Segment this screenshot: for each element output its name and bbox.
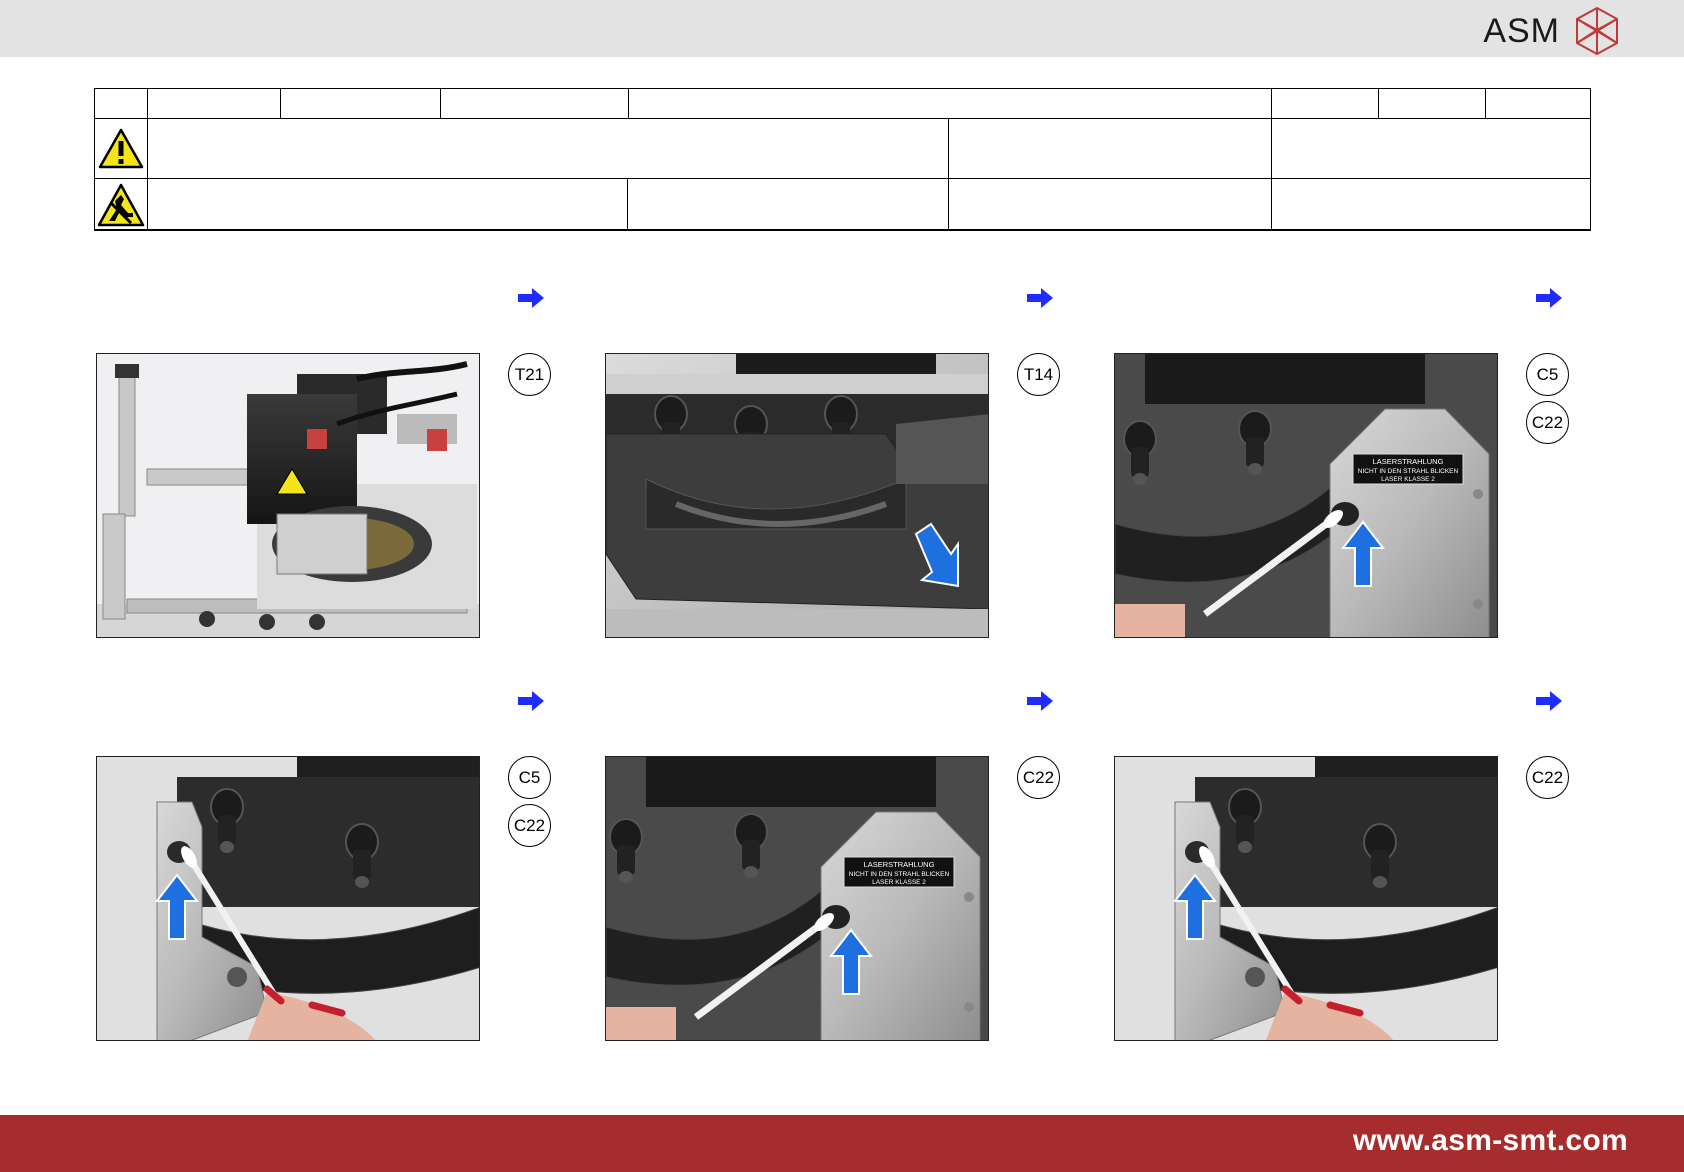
reference-marker: C5 (508, 756, 551, 799)
laser-label-line-2: NICHT IN DEN STRAHL BLICKEN (1358, 468, 1459, 475)
laser-label-line-1: LASERSTRAHLUNG (864, 860, 935, 869)
brand-name: ASM (1483, 11, 1560, 50)
table-row (95, 119, 1590, 179)
laser-label-line-3: LASER KLASSE 2 (872, 879, 926, 886)
reference-marker: T21 (508, 353, 551, 396)
next-arrow-icon (1536, 288, 1562, 308)
general-warning-icon (97, 122, 145, 176)
clean-left-sensor-swab-photo (1114, 756, 1498, 1041)
asm-crystal-logo-icon (1576, 6, 1618, 56)
laser-label-line-2: NICHT IN DEN STRAHL BLICKEN (849, 871, 950, 878)
website-url: www.asm-smt.com (1352, 1124, 1628, 1157)
next-arrow-icon (1027, 288, 1053, 308)
reference-marker: C22 (1017, 756, 1060, 799)
remove-cover-plate-photo (605, 353, 989, 638)
reference-marker: C22 (508, 804, 551, 847)
clean-laser-window-swab-photo: LASERSTRAHLUNG NICHT IN DEN STRAHL BLICK… (605, 756, 989, 1041)
reference-marker: C5 (1526, 353, 1569, 396)
placement-head-on-stand-photo (96, 353, 480, 638)
table-row (95, 179, 1590, 230)
brand-logo: ASM (1483, 6, 1622, 56)
reference-marker: T14 (1017, 353, 1060, 396)
next-arrow-icon (1027, 691, 1053, 711)
next-arrow-icon (518, 691, 544, 711)
clean-laser-window-photo: LASERSTRAHLUNG NICHT IN DEN STRAHL BLICK… (1114, 353, 1498, 638)
info-table (94, 88, 1591, 231)
next-arrow-icon (518, 288, 544, 308)
next-arrow-icon (1536, 691, 1562, 711)
header-bar: ASM (0, 0, 1684, 57)
table-row (95, 89, 1590, 119)
esd-sensitive-icon (97, 181, 145, 229)
reference-marker: C22 (1526, 756, 1569, 799)
footer-bar: www.asm-smt.com (0, 1115, 1684, 1172)
reference-marker: C22 (1526, 401, 1569, 444)
laser-label-line-3: LASER KLASSE 2 (1381, 476, 1435, 483)
laser-label-line-1: LASERSTRAHLUNG (1373, 457, 1444, 466)
clean-left-sensor-photo (96, 756, 480, 1041)
